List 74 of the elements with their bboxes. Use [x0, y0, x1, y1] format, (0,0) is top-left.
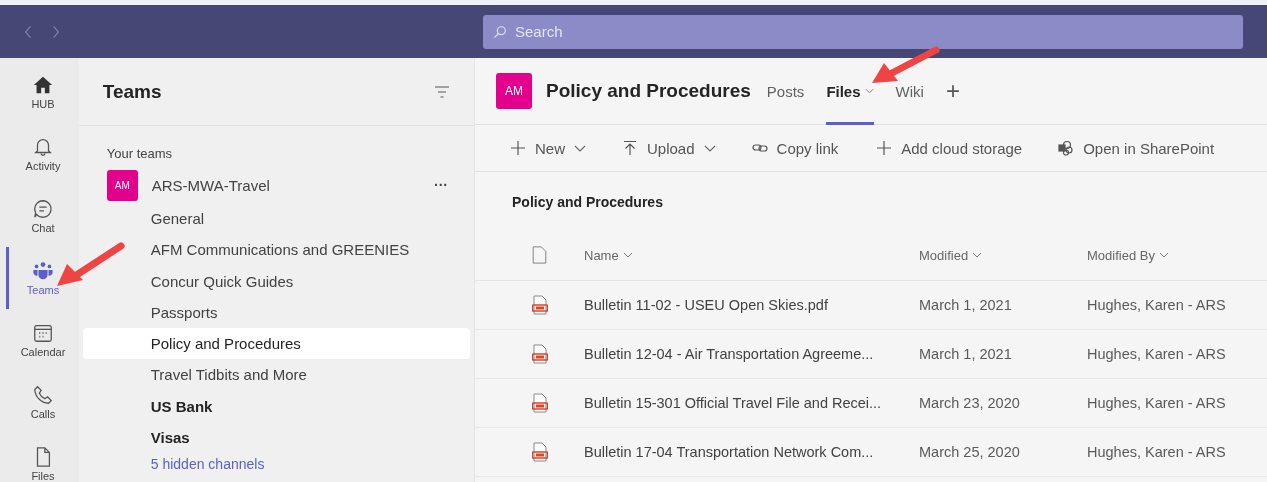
pdf-file-icon: [532, 295, 548, 315]
app-bar-item[interactable]: Calls: [6, 371, 77, 433]
pdf-file-icon: [532, 344, 548, 364]
column-header[interactable]: Name: [584, 247, 919, 263]
home-icon: [32, 74, 54, 96]
toolbar-button[interactable]: Upload: [622, 139, 716, 157]
column-header[interactable]: Modified: [919, 247, 1087, 263]
tab[interactable]: Posts: [766, 57, 805, 125]
section-label: Your teams: [105, 145, 174, 163]
sharepoint-icon: [1058, 140, 1075, 156]
sort-caret-icon: [972, 252, 983, 258]
search-icon: [493, 24, 507, 39]
search-input[interactable]: Search: [513, 22, 817, 41]
channel-avatar: AM: [496, 73, 532, 109]
people-icon: [32, 260, 54, 282]
folder-title: Policy and Procedures: [511, 193, 664, 212]
app-bar-item[interactable]: Chat: [6, 185, 77, 247]
toolbar-button[interactable]: New: [510, 139, 586, 157]
caret-icon: [864, 88, 874, 94]
tab[interactable]: Wiki: [895, 57, 924, 125]
modified-by: Hughes, Karen - ARS: [1087, 297, 1227, 313]
calendar-icon: [32, 322, 54, 344]
toolbar-button[interactable]: Copy link: [751, 139, 839, 157]
app-bar-item[interactable]: Activity: [6, 123, 77, 185]
app-bar-item[interactable]: Calendar: [6, 309, 77, 371]
channel-item[interactable]: General: [82, 203, 470, 235]
pdf-file-icon: [532, 442, 548, 462]
sort-caret-icon: [1158, 252, 1169, 258]
file-name[interactable]: Bulletin 15-301 Official Travel File and Recei...: [584, 395, 919, 411]
file-name[interactable]: Bulletin 12-04 - Air Transportation Agreeme...: [584, 346, 919, 362]
file-type-icon: [532, 246, 547, 264]
tab[interactable]: Files: [826, 57, 874, 125]
modified-by: Hughes, Karen - ARS: [1087, 395, 1227, 411]
channel-item[interactable]: US Bank: [82, 390, 470, 423]
search-field[interactable]: Search: [483, 14, 1243, 49]
back-icon[interactable]: [24, 24, 32, 39]
team-avatar: AM: [106, 169, 138, 201]
channel-item[interactable]: Passports: [82, 296, 470, 329]
channel-item[interactable]: Visas: [82, 422, 470, 454]
sort-caret-icon: [622, 252, 633, 258]
column-header[interactable]: Modified By: [1087, 247, 1267, 263]
channel-item[interactable]: AFM Communications and GREENIES: [82, 234, 470, 266]
hidden-channels-link[interactable]: 5 hidden channels: [82, 453, 470, 476]
modified-by: Hughes, Karen - ARS: [1087, 346, 1227, 362]
filter-icon[interactable]: [434, 85, 450, 98]
modified-date: March 23, 2020: [919, 395, 1021, 411]
channel-item[interactable]: Policy and Procedures: [82, 328, 470, 360]
panel-title: Teams: [102, 80, 162, 103]
upload-icon: [622, 140, 638, 156]
caret-icon: [703, 144, 716, 152]
modified-date: March 25, 2020: [919, 444, 1021, 460]
modified-date: March 1, 2021: [919, 297, 1013, 313]
caret-icon: [574, 144, 586, 152]
more-button[interactable]: ···: [434, 177, 470, 193]
team-name[interactable]: ARS-MWA-Travel: [151, 176, 434, 194]
app-bar-item[interactable]: HUB: [6, 61, 77, 123]
channel-item[interactable]: Travel Tidbits and More: [82, 359, 470, 391]
modified-by: Hughes, Karen - ARS: [1087, 444, 1227, 460]
phone-icon: [32, 384, 54, 406]
pdf-file-icon: [532, 393, 548, 413]
forward-icon[interactable]: [52, 24, 60, 39]
bell-icon: [32, 136, 54, 158]
plus-icon: [876, 140, 893, 156]
channel-title: Policy and Procedures: [546, 80, 751, 102]
modified-date: March 1, 2021: [919, 346, 1013, 362]
file-name[interactable]: Bulletin 17-04 Transportation Network Com...: [584, 444, 919, 460]
toolbar-button[interactable]: Add cloud storage: [876, 139, 1023, 157]
app-bar-item[interactable]: Files: [6, 433, 77, 482]
toolbar-button[interactable]: Open in SharePoint: [1058, 139, 1215, 157]
channel-item[interactable]: Concur Quick Guides: [82, 265, 470, 297]
plus-icon: [510, 140, 526, 156]
chat-icon: [32, 198, 54, 220]
add-tab-button[interactable]: +: [945, 77, 960, 105]
file-name[interactable]: Bulletin 11-02 - USEU Open Skies.pdf: [584, 297, 919, 313]
